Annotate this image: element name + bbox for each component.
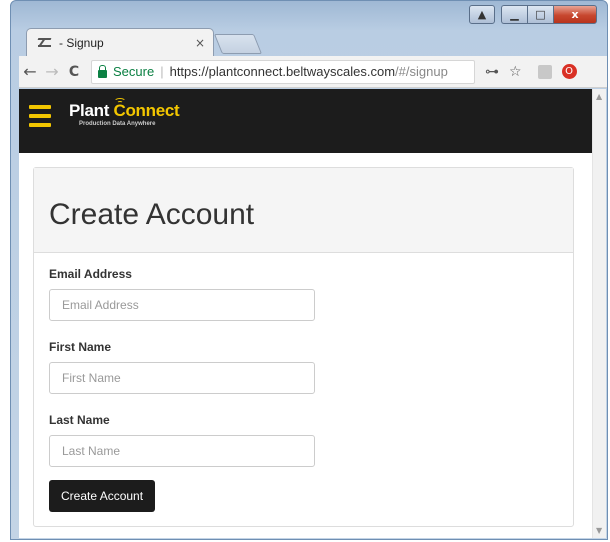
url-path: /#/signup [395, 64, 448, 79]
create-account-button[interactable]: Create Account [49, 480, 156, 512]
tab-title: - Signup [59, 35, 104, 50]
page-title: Create Account [49, 198, 255, 231]
back-icon[interactable]: ← [19, 62, 41, 81]
address-separator: | [160, 64, 164, 79]
minimize-button[interactable]: ▁ [501, 5, 527, 24]
extension-red-icon[interactable]: O [561, 64, 577, 79]
extension-icon[interactable] [537, 64, 552, 79]
scroll-down-icon[interactable]: ▼ [596, 526, 602, 535]
card-body: Email Address First Name Last Name Creat… [34, 253, 573, 526]
user-icon[interactable]: ▲ [469, 5, 495, 24]
plantconnect-logo[interactable]: Plant Connect Production Data Anywhere [69, 98, 180, 127]
first-name-label: First Name [49, 340, 112, 354]
hamburger-menu-icon[interactable] [29, 105, 51, 127]
lock-icon [98, 64, 107, 78]
maximize-button[interactable]: □ [527, 5, 553, 24]
tab-close-icon[interactable]: × [195, 36, 205, 50]
window-controls: ▲ ▁ □ x [469, 5, 597, 24]
close-window-button[interactable]: x [553, 5, 597, 24]
brand-plant: Plant [69, 101, 110, 120]
signup-card: Create Account Email Address First Name … [33, 167, 574, 527]
reload-icon[interactable]: C [63, 64, 85, 80]
address-bar[interactable]: Secure | https://plantconnect.beltwaysca… [91, 59, 475, 84]
first-name-field[interactable] [49, 362, 315, 394]
app-navbar: Plant Connect Production Data Anywhere [19, 89, 592, 153]
browser-toolbar: ← → C Secure | https://plantconnect.belt… [19, 56, 607, 88]
favicon-icon [37, 36, 53, 50]
scroll-up-icon[interactable]: ▲ [596, 92, 602, 101]
last-name-field[interactable] [49, 435, 315, 467]
last-name-label: Last Name [49, 413, 110, 427]
forward-icon[interactable]: → [41, 62, 63, 81]
star-icon[interactable]: ☆ [509, 64, 522, 80]
browser-tab[interactable]: - Signup × [26, 28, 214, 56]
card-header: Create Account [34, 168, 573, 253]
wifi-icon [113, 97, 127, 105]
email-field[interactable] [49, 289, 315, 321]
page-scrollbar[interactable]: ▲ ▼ [592, 89, 606, 538]
email-label: Email Address [49, 267, 132, 281]
url-text: https://plantconnect.beltwayscales.com/#… [170, 64, 448, 79]
page-viewport: Plant Connect Production Data Anywhere C… [19, 89, 606, 538]
new-tab-button[interactable] [213, 34, 263, 54]
secure-label: Secure [113, 64, 155, 79]
url-host: https://plantconnect.beltwayscales.com [169, 64, 396, 79]
key-icon[interactable]: ⊶ [485, 64, 499, 80]
brand-tagline: Production Data Anywhere [79, 121, 156, 127]
